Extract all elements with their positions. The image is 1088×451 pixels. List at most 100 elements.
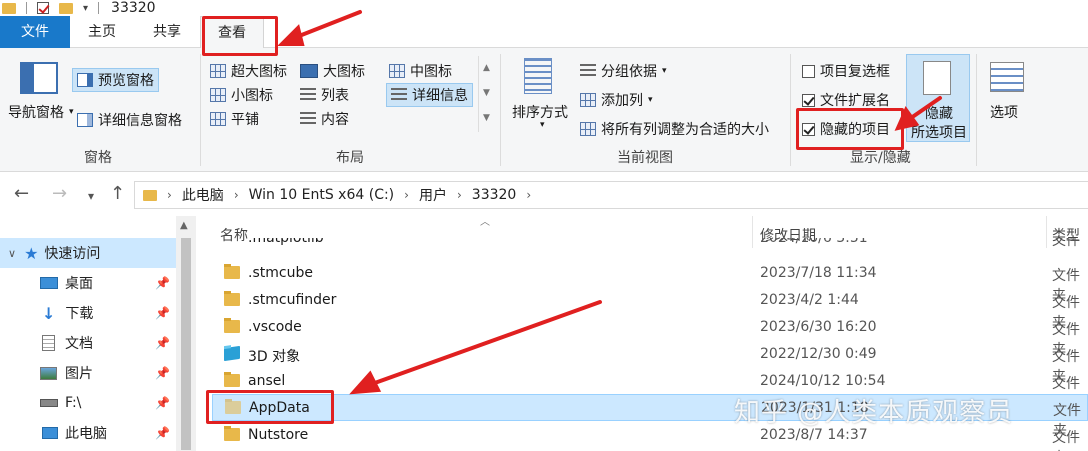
tab-share[interactable]: 共享 <box>134 16 200 48</box>
download-icon: ↓ <box>42 303 56 323</box>
pin-icon[interactable]: 📌 <box>155 336 170 350</box>
file-date: 2023/7/18 11:34 <box>760 265 877 281</box>
divider <box>976 54 977 166</box>
sort-icon[interactable] <box>524 58 552 94</box>
table-row[interactable]: .matplotlib 2024/10/6 3:51 文件夹 <box>212 238 1088 252</box>
nav-scrollbar[interactable]: ▲ <box>176 216 196 451</box>
layout-label: 中图标 <box>410 64 452 80</box>
chevron-up-icon[interactable]: ▲ <box>180 220 188 231</box>
sort-by-button[interactable]: 排序方式 <box>512 102 568 122</box>
size-all-columns-label: 将所有列调整为合适的大小 <box>601 122 769 138</box>
chevron-right-icon[interactable]: › <box>234 188 239 202</box>
size-all-columns-button[interactable]: 将所有列调整为合适的大小 <box>580 119 769 139</box>
up-arrow-icon[interactable]: ↑ <box>110 184 125 204</box>
pin-icon[interactable]: 📌 <box>155 366 170 380</box>
layout-scroller[interactable]: ▲ ▼ ▼ <box>478 56 494 132</box>
new-folder-icon[interactable] <box>59 2 73 14</box>
nav-pane-icon[interactable] <box>20 62 58 94</box>
table-row[interactable]: .vscode 2023/6/30 16:20 文件夹 <box>212 314 1088 358</box>
chevron-right-icon[interactable]: › <box>404 188 409 202</box>
breadcrumb-item[interactable]: 33320 <box>472 187 517 203</box>
details-pane-label: 详细信息窗格 <box>98 113 182 129</box>
chevron-down-icon[interactable]: ▾ <box>83 3 88 14</box>
add-columns-button[interactable]: 添加列 ▾ <box>580 90 653 110</box>
breadcrumb-item[interactable]: 用户 <box>419 185 447 205</box>
chevron-up-icon[interactable]: ▲ <box>479 56 494 81</box>
chevron-down-icon[interactable]: ▾ <box>540 120 545 130</box>
nav-pane-button[interactable]: 导航窗格 ▾ <box>8 102 74 122</box>
table-row[interactable]: .stmcufinder 2023/4/2 1:44 文件夹 <box>212 287 1088 331</box>
layout-label: 大图标 <box>323 64 365 80</box>
chevron-down-icon[interactable]: ∨ <box>8 247 16 260</box>
star-icon: ★ <box>24 243 39 263</box>
checkbox[interactable] <box>802 64 815 78</box>
sidebar-item-quick-access[interactable]: ∨ ★ 快速访问 <box>0 238 176 268</box>
expand-icon[interactable]: ▼ <box>479 106 494 131</box>
pin-icon[interactable]: 📌 <box>155 396 170 410</box>
breadcrumb[interactable]: › 此电脑 › Win 10 EntS x64 (C:) › 用户 › 3332… <box>134 181 1088 209</box>
layout-medium-icons[interactable]: 中图标 <box>389 61 452 81</box>
sidebar-item-downloads[interactable]: ↓ 下载 📌 <box>0 298 176 328</box>
tab-home[interactable]: 主页 <box>70 16 134 48</box>
window-title: 33320 <box>111 0 156 16</box>
options-button[interactable]: 选项 <box>990 102 1018 122</box>
computer-icon <box>42 427 58 439</box>
group-by-button[interactable]: 分组依据 ▾ <box>580 61 667 81</box>
scrollbar-thumb[interactable] <box>181 238 191 450</box>
sidebar-item-documents[interactable]: 文档 📌 <box>0 328 176 358</box>
chevron-right-icon[interactable]: › <box>167 188 172 202</box>
divider <box>500 54 501 166</box>
layout-details[interactable]: 详细信息 <box>386 83 473 107</box>
3d-objects-icon <box>224 345 240 362</box>
annotation-box-view-tab <box>202 16 278 56</box>
file-date: 2023/8/7 14:37 <box>760 427 868 443</box>
item-checkboxes-option[interactable]: 项目复选框 <box>802 61 890 81</box>
properties-check-icon[interactable] <box>37 2 49 14</box>
sidebar-item-label: 桌面 <box>65 276 93 292</box>
tab-file[interactable]: 文件 <box>0 16 70 48</box>
layout-list[interactable]: 列表 <box>300 85 349 105</box>
layout-tiles[interactable]: 平铺 <box>210 109 259 129</box>
layout-extra-large-icons[interactable]: 超大图标 <box>210 61 287 81</box>
pin-icon[interactable]: 📌 <box>155 426 170 440</box>
file-extensions-option[interactable]: 文件扩展名 <box>802 90 890 110</box>
table-row[interactable]: ansel 2024/10/12 10:54 文件夹 <box>212 368 1088 412</box>
layout-small-icons[interactable]: 小图标 <box>210 85 273 105</box>
ribbon: 导航窗格 ▾ 预览窗格 详细信息窗格 窗格 超大图标 大图标 中图标 小图标 列… <box>0 48 1088 172</box>
breadcrumb-item[interactable]: Win 10 EntS x64 (C:) <box>249 187 395 203</box>
divider <box>200 54 201 166</box>
checkbox[interactable] <box>802 93 815 107</box>
layout-large-icons[interactable]: 大图标 <box>300 61 365 81</box>
forward-arrow-icon[interactable]: → <box>52 184 67 204</box>
pin-icon[interactable]: 📌 <box>155 276 170 290</box>
chevron-right-icon[interactable]: › <box>457 188 462 202</box>
table-row[interactable]: .stmcube 2023/7/18 11:34 文件夹 <box>212 260 1088 304</box>
sidebar-item-this-pc[interactable]: 此电脑 📌 <box>0 418 176 448</box>
pin-icon[interactable]: 📌 <box>155 306 170 320</box>
layout-label: 内容 <box>321 112 349 128</box>
layout-content[interactable]: 内容 <box>300 109 349 129</box>
sidebar-item-pictures[interactable]: 图片 📌 <box>0 358 176 388</box>
layout-label: 详细信息 <box>412 88 468 104</box>
file-date: 2024/10/6 3:51 <box>760 238 868 246</box>
details-pane-button[interactable]: 详细信息窗格 <box>77 110 182 130</box>
recent-chevron-icon[interactable]: ▾ <box>88 186 94 206</box>
folder-icon <box>224 291 240 306</box>
address-bar-row: ← → ▾ ↑ › 此电脑 › Win 10 EntS x64 (C:) › 用… <box>0 172 1088 216</box>
options-icon[interactable] <box>990 62 1024 92</box>
hide-selected-button[interactable]: 隐藏 所选项目 <box>906 54 970 142</box>
sidebar-item-drive-f[interactable]: F:\ 📌 <box>0 388 176 418</box>
table-row[interactable]: 3D 对象 2022/12/30 0:49 文件夹 <box>212 341 1088 385</box>
drive-icon <box>40 399 58 407</box>
back-arrow-icon[interactable]: ← <box>14 184 29 204</box>
group-label-current-view: 当前视图 <box>617 150 673 166</box>
layout-label: 超大图标 <box>231 64 287 80</box>
preview-pane-button[interactable]: 预览窗格 <box>72 68 159 92</box>
layout-label: 平铺 <box>231 112 259 128</box>
chevron-right-icon[interactable]: › <box>526 188 531 202</box>
group-by-icon <box>580 64 596 78</box>
breadcrumb-item[interactable]: 此电脑 <box>182 185 224 205</box>
file-name: .vscode <box>248 319 302 335</box>
sidebar-item-desktop[interactable]: 桌面 📌 <box>0 268 176 298</box>
chevron-down-icon[interactable]: ▼ <box>479 81 494 106</box>
